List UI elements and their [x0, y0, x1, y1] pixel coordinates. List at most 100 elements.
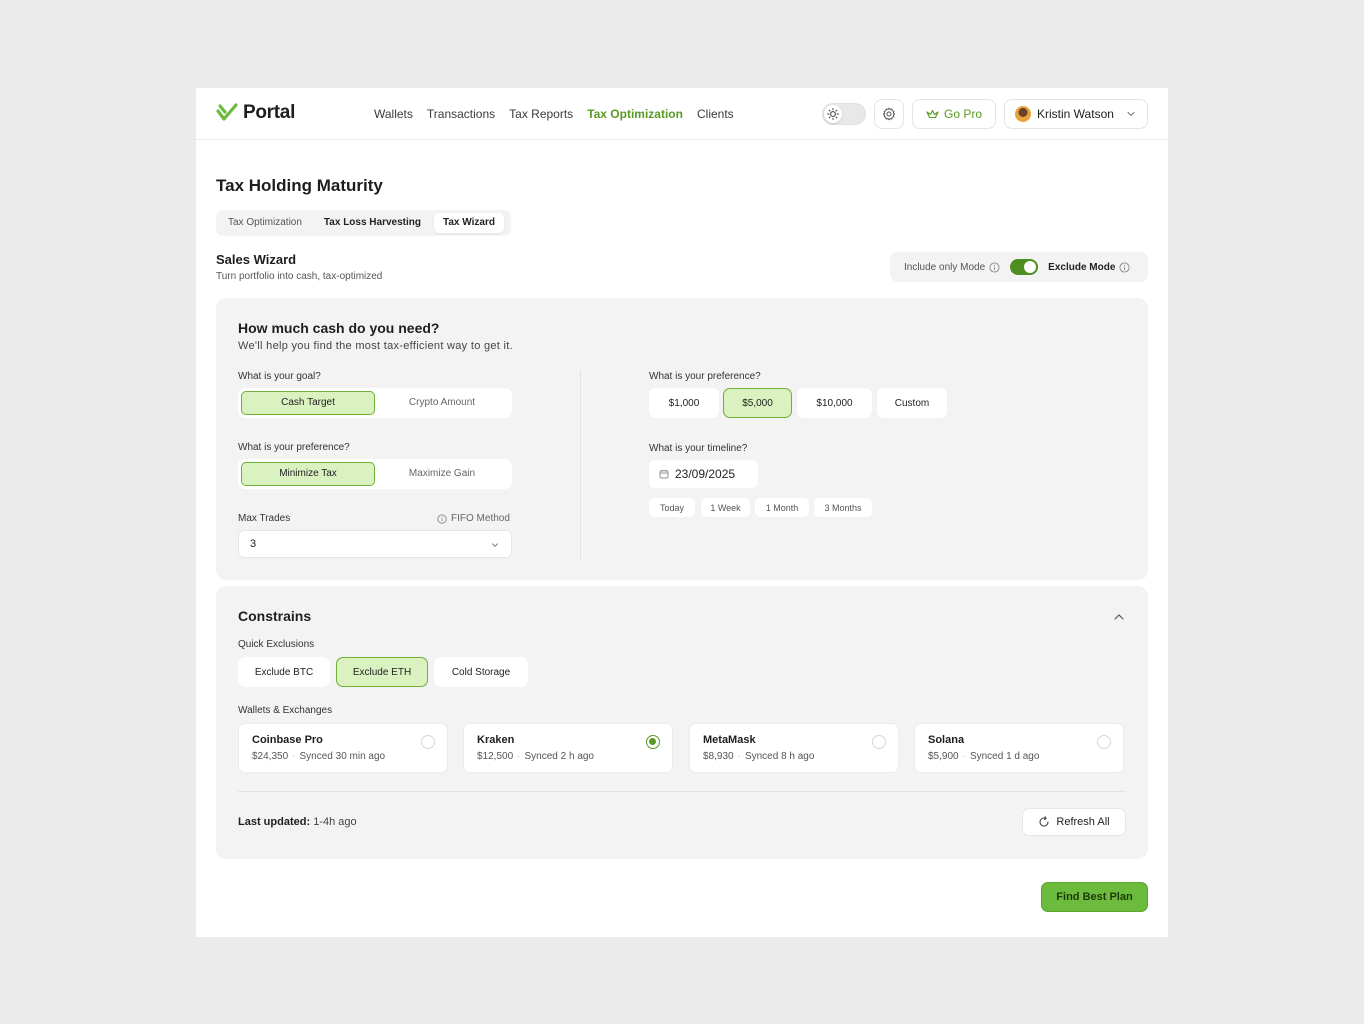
wallet-synced: Synced 8 h ago [744, 751, 815, 762]
main-nav: Wallets Transactions Tax Reports Tax Opt… [374, 88, 734, 140]
user-name: Kristin Watson [1037, 107, 1114, 121]
nav-transactions[interactable]: Transactions [427, 107, 495, 121]
goal-segmented: Cash Target Crypto Amount [238, 388, 512, 418]
calendar-icon [659, 469, 669, 479]
cash-panel: How much cash do you need? We'll help yo… [216, 298, 1148, 580]
wallet-amount: $24,350 [252, 751, 289, 762]
sun-icon [824, 105, 842, 123]
date-value: 23/09/2025 [675, 467, 736, 481]
amount-1000[interactable]: $1,000 [649, 388, 719, 418]
find-best-plan-button[interactable]: Find Best Plan [1041, 882, 1148, 912]
tab-tax-wizard[interactable]: Tax Wizard [434, 213, 504, 233]
refresh-all-button[interactable]: Refresh All [1022, 808, 1126, 836]
preference-label: What is your preference? [238, 442, 350, 453]
last-updated-label: Last updated: [238, 816, 311, 828]
wallet-radio[interactable] [872, 735, 886, 749]
cash-title: How much cash do you need? [238, 320, 440, 336]
quick-date-today[interactable]: Today [649, 498, 695, 517]
preference-segmented: Minimize Tax Maximize Gain [238, 459, 512, 489]
chevron-down-icon [492, 543, 498, 548]
fifo-label: FIFO Method [451, 513, 510, 524]
quick-date-1-week[interactable]: 1 Week [701, 498, 750, 517]
fifo-method[interactable]: FIFO Method [437, 513, 510, 524]
divider [238, 791, 1126, 792]
max-trades-select[interactable]: 3 [238, 530, 512, 558]
pref-minimize-tax[interactable]: Minimize Tax [241, 462, 375, 486]
info-icon [437, 513, 447, 524]
page-title: Tax Holding Maturity [216, 176, 383, 195]
max-trades-value: 3 [250, 538, 257, 550]
wallet-amount: $12,500 [477, 751, 514, 762]
wallet-synced: Synced 30 min ago [299, 751, 386, 762]
wallet-card-coinbase[interactable]: Coinbase Pro $24,350 · Synced 30 min ago [238, 723, 448, 773]
wallet-synced: Synced 2 h ago [524, 751, 595, 762]
nav-wallets[interactable]: Wallets [374, 107, 413, 121]
goal-cash-target[interactable]: Cash Target [241, 391, 375, 415]
date-input[interactable]: 23/09/2025 [649, 460, 758, 488]
sub-tabs: Tax Optimization Tax Loss Harvesting Tax… [216, 210, 511, 236]
amount-custom[interactable]: Custom [877, 388, 947, 418]
amount-10000[interactable]: $10,000 [797, 388, 872, 418]
app-window: Portal Wallets Transactions Tax Reports … [196, 88, 1168, 937]
include-mode-label[interactable]: Include only Mode [904, 262, 985, 273]
section-title: Sales Wizard [216, 252, 297, 267]
column-divider [580, 370, 581, 560]
max-trades-label: Max Trades [238, 513, 291, 524]
wallet-name: Solana [928, 734, 965, 746]
chevron-down-icon [1127, 111, 1135, 117]
tab-tax-loss-harvesting[interactable]: Tax Loss Harvesting [315, 213, 430, 233]
wallet-radio-selected[interactable] [646, 735, 660, 749]
pref-maximize-gain[interactable]: Maximize Gain [375, 462, 509, 486]
last-updated: Last updated: 1-4h ago [238, 816, 357, 828]
timeline-label: What is your timeline? [649, 443, 748, 454]
mode-toggle-bar: Include only Mode Exclude Mode [890, 252, 1148, 282]
wallet-radio[interactable] [421, 735, 435, 749]
nav-tax-optimization[interactable]: Tax Optimization [587, 107, 683, 121]
mode-switch[interactable] [1010, 259, 1039, 275]
wallet-name: Coinbase Pro [252, 734, 323, 746]
wallet-card-kraken[interactable]: Kraken $12,500 · Synced 2 h ago [463, 723, 673, 773]
wallet-card-metamask[interactable]: MetaMask $8,930 · Synced 8 h ago [689, 723, 899, 773]
logo[interactable]: Portal [215, 101, 295, 125]
wallet-meta: $12,500 · Synced 2 h ago [477, 751, 595, 762]
refresh-label: Refresh All [1056, 816, 1110, 828]
wallets-label: Wallets & Exchanges [238, 705, 333, 716]
section-subtitle: Turn portfolio into cash, tax-optimized [216, 271, 383, 282]
wallet-card-solana[interactable]: Solana $5,900 · Synced 1 d ago [914, 723, 1124, 773]
crown-icon [926, 109, 939, 118]
info-icon[interactable] [1119, 261, 1130, 273]
wallet-amount: $8,930 [703, 751, 734, 762]
chevron-up-icon[interactable] [1112, 610, 1126, 624]
exclude-btc-button[interactable]: Exclude BTC [238, 657, 330, 687]
constraints-title: Constrains [238, 608, 312, 624]
refresh-icon [1039, 816, 1049, 827]
goal-label: What is your goal? [238, 371, 321, 382]
wallet-meta: $24,350 · Synced 30 min ago [252, 751, 386, 762]
amount-label: What is your preference? [649, 371, 761, 382]
wallet-name: Kraken [477, 734, 515, 746]
cold-storage-button[interactable]: Cold Storage [434, 657, 528, 687]
user-menu-button[interactable]: Kristin Watson [1004, 99, 1148, 129]
goal-crypto-amount[interactable]: Crypto Amount [375, 391, 509, 415]
exclude-mode-label[interactable]: Exclude Mode [1048, 262, 1115, 273]
exclude-eth-button[interactable]: Exclude ETH [336, 657, 428, 687]
amount-5000[interactable]: $5,000 [723, 388, 792, 418]
wallet-name: MetaMask [703, 734, 756, 746]
nav-tax-reports[interactable]: Tax Reports [509, 107, 573, 121]
quick-date-1-month[interactable]: 1 Month [755, 498, 809, 517]
tab-tax-optimization[interactable]: Tax Optimization [219, 213, 311, 233]
go-pro-button[interactable]: Go Pro [912, 99, 996, 129]
constraints-panel: Constrains Quick Exclusions Exclude BTC … [216, 586, 1148, 859]
settings-button[interactable] [874, 99, 904, 129]
wallet-meta: $5,900 · Synced 1 d ago [928, 751, 1040, 762]
wallet-radio[interactable] [1097, 735, 1111, 749]
nav-clients[interactable]: Clients [697, 107, 734, 121]
gear-icon [882, 107, 896, 121]
info-icon[interactable] [989, 261, 1000, 273]
avatar [1015, 106, 1031, 122]
wallet-amount: $5,900 [928, 751, 959, 762]
brand-name: Portal [243, 102, 296, 123]
quick-date-3-months[interactable]: 3 Months [814, 498, 872, 517]
theme-toggle[interactable] [822, 103, 866, 125]
cash-subtitle: We'll help you find the most tax-efficie… [238, 340, 513, 352]
